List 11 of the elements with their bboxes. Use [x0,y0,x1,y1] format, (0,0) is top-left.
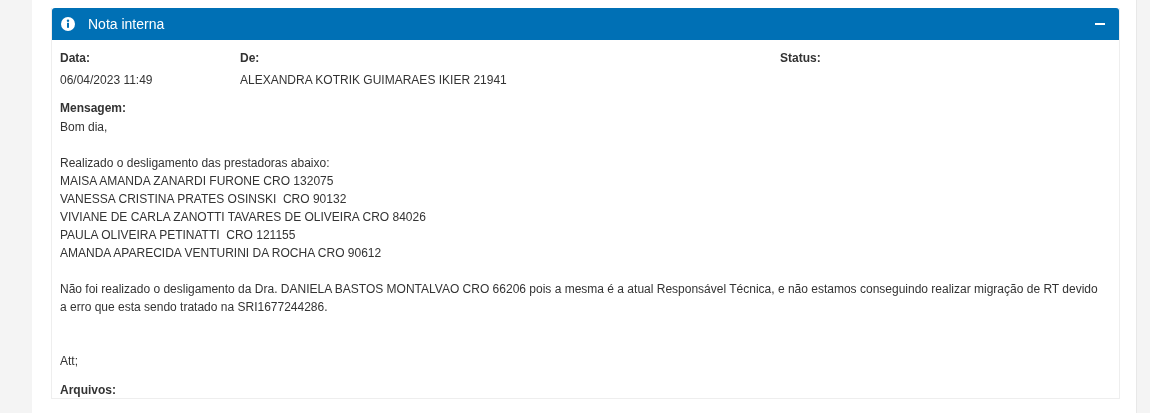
field-label: Arquivos: [60,382,117,398]
field-value: 06/04/2023 11:49 [60,72,154,88]
field-label: Mensagem: [60,100,128,116]
field-value: ALEXANDRA KOTRIK GUIMARAES IKIER 21941 [240,72,508,88]
panel-title: Nota interna [88,16,166,32]
field-label: De: [240,50,261,66]
info-icon [61,17,75,31]
message-text: Bom dia, Realizado o desligamento das prestadoras abaixo: MAISA AMANDA ZANARDI FURONE CRO 132075 VANESSA CRISTINA PRATES OSINSKI CRO 90132 VIVIANE DE CARLA ZANOTTI TAVARES DE OLIVEIRA CRO 84026 PAULA OLIVEIRA PETINATTI CRO 121155 AMANDA APARECIDA VENTURINI DA ROCHA CRO 90612 Não foi realizado o desligamento da Dra. DANIELA BASTOS MONTALVAO CRO 66206 pois a mesma é a atual Responsável Técnica, e não estamos conseguindo realizar migração de RT devido a erro que esta sendo tratado na SRI1677244286. Att; [60,119,1099,370]
field-label: Status: [780,50,822,66]
minus-icon [1095,23,1105,25]
field-label: Data: [60,50,91,66]
